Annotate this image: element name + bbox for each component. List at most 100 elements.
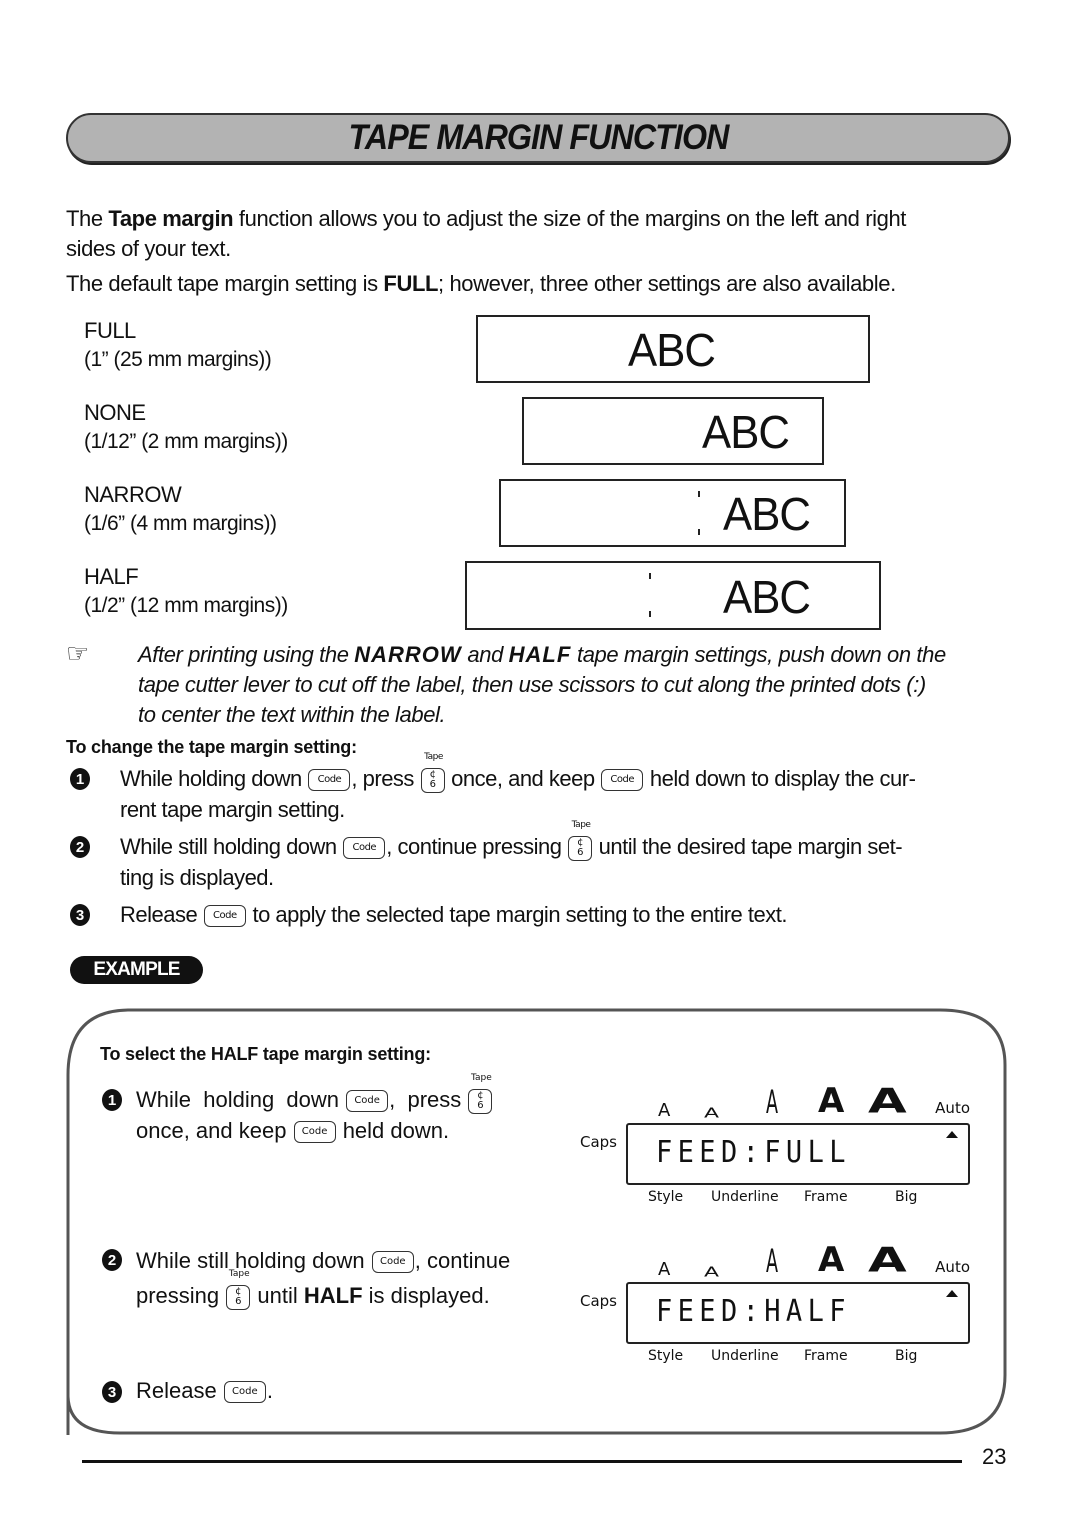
key-glyph: 6	[235, 1295, 242, 1307]
step-text: until	[251, 1283, 304, 1308]
step-text: pressing	[136, 1283, 226, 1308]
lcd-label-big: Big	[895, 1348, 918, 1364]
lcd-label-big: Big	[895, 1189, 918, 1205]
note-text: After printing using the NARROW and HALF…	[138, 640, 1018, 730]
cut-mark	[649, 611, 651, 617]
cursor-arrow-icon	[946, 1290, 958, 1297]
setting-full-name: FULL	[84, 318, 136, 343]
size-icon-large: A	[818, 1081, 845, 1121]
step-3-text: Release Code to apply the selected tape …	[120, 899, 1020, 930]
size-icon-wide: A	[704, 1265, 720, 1280]
section-heading: To change the tape margin setting:	[66, 737, 357, 757]
lcd-display-half: A A A A A Auto Caps FEED:HALF Style Unde…	[580, 1240, 970, 1364]
cut-mark	[649, 573, 651, 579]
setting-half-name: HALF	[84, 564, 139, 589]
step-text: held down.	[336, 1118, 450, 1143]
setting-narrow-name: NARROW	[84, 482, 182, 507]
setting-none-desc: (1/12” (2 mm margins))	[84, 430, 288, 453]
lcd-display-full: A A A A A Auto Caps FEED:FULL Style Unde…	[580, 1081, 970, 1205]
step-text: ting is displayed.	[120, 865, 274, 890]
size-icon-xlarge: A	[868, 1240, 907, 1280]
tape-sample-text: ABC	[628, 324, 716, 376]
page-title-banner: TAPE MARGIN FUNCTION	[66, 113, 1010, 163]
size-icon-large: A	[818, 1240, 845, 1280]
note-line: and	[461, 642, 509, 667]
tape-sample-text: ABC	[723, 571, 811, 623]
code-key-icon: Code	[293, 1121, 336, 1144]
tape-key-icon: Tape ¢ 6	[420, 752, 445, 793]
code-key-icon: Code	[371, 1251, 414, 1274]
step-1-text: While holding down Code, press Tape ¢ 6 on…	[120, 752, 1020, 825]
key-glyph: 6	[429, 778, 436, 790]
example-badge: EXAMPLE	[70, 956, 203, 984]
intro-paragraph: The Tape margin function allows you to a…	[66, 204, 1016, 264]
pointing-hand-icon: ☞	[66, 638, 90, 668]
lcd-label-style: Style	[648, 1348, 684, 1364]
lcd-label-style: Style	[648, 1189, 684, 1205]
tape-sample-full: ABC	[476, 315, 870, 383]
lcd-label-frame: Frame	[804, 1348, 848, 1364]
default-setting-paragraph: The default tape margin setting is FULL;…	[66, 269, 1016, 299]
size-icon-tall: A	[766, 1083, 779, 1121]
step-text: .	[266, 1378, 273, 1403]
tape-sample-text: ABC	[723, 488, 811, 540]
cut-mark	[698, 529, 700, 535]
step-number-3: 3	[70, 904, 90, 926]
tape-key-label: Tape	[228, 1268, 250, 1279]
setting-narrow-desc: (1/6” (4 mm margins))	[84, 512, 277, 535]
intro-bold-term: Tape margin	[108, 206, 234, 231]
size-icon-xlarge: A	[868, 1081, 907, 1121]
setting-half-desc: (1/2” (12 mm margins))	[84, 594, 288, 617]
code-key-icon: Code	[343, 837, 386, 860]
intro-text: ; however, three other settings are also…	[438, 271, 896, 296]
note-line: After printing using the	[138, 642, 355, 667]
step-text: , continue pressing	[386, 834, 568, 859]
tape-key-label: Tape	[424, 751, 443, 762]
lcd-label-underline: Underline	[711, 1189, 779, 1205]
step-text: Release	[120, 902, 203, 927]
intro-text: The	[66, 206, 109, 231]
tape-key-icon: Tape ¢ 6	[226, 1269, 251, 1310]
example-step-1-text: While holding down Code, press Tape ¢ 6 on…	[136, 1073, 556, 1146]
caps-indicator: Caps	[580, 1133, 618, 1151]
step-text: While still holding down	[120, 834, 343, 859]
step-bold: HALF	[303, 1283, 363, 1308]
step-2-text: While still holding down Code, continue …	[120, 820, 1020, 893]
tape-key-icon: Tape ¢ 6	[468, 1073, 493, 1114]
cursor-arrow-icon	[946, 1131, 958, 1138]
step-text: While holding down	[120, 766, 308, 791]
note-line: tape cutter lever to cut off the label, …	[138, 672, 926, 697]
code-key-icon: Code	[601, 769, 644, 792]
intro-text: function allows you to adjust the size o…	[233, 206, 906, 231]
auto-indicator: Auto	[935, 1099, 970, 1117]
caps-indicator: Caps	[580, 1292, 618, 1310]
key-glyph: 6	[577, 846, 583, 858]
size-icon-small: A	[658, 1259, 671, 1280]
lcd-screen: FEED:HALF	[626, 1282, 970, 1344]
code-key-icon: Code	[308, 769, 351, 792]
size-icon-small: A	[658, 1100, 671, 1121]
intro-text: sides of your text.	[66, 236, 231, 261]
step-text: to apply the selected tape margin settin…	[246, 902, 787, 927]
step-number-1: 1	[70, 768, 90, 790]
note-bold: NARROW	[354, 642, 462, 667]
tape-sample-text: ABC	[702, 406, 790, 458]
example-heading: To select the HALF tape margin setting:	[100, 1044, 431, 1064]
page-title: TAPE MARGIN FUNCTION	[348, 118, 729, 157]
lcd-label-underline: Underline	[711, 1348, 779, 1364]
lcd-text: FEED:FULL	[656, 1135, 851, 1170]
example-step-3-text: Release Code.	[136, 1375, 273, 1406]
step-number-2: 2	[70, 836, 90, 858]
step-text: held down to display the cur-	[644, 766, 916, 791]
step-text: once, and keep	[445, 766, 601, 791]
step-text: While holding down	[136, 1087, 346, 1112]
lcd-screen: FEED:FULL	[626, 1123, 970, 1185]
step-text: once, and keep	[136, 1118, 293, 1143]
page-number: 23	[982, 1444, 1007, 1469]
example-step-2-text: While still holding down Code, continue …	[136, 1243, 556, 1313]
size-icon-tall: A	[766, 1242, 779, 1280]
size-icon-wide: A	[704, 1106, 720, 1121]
footer-rule	[82, 1460, 962, 1463]
example-frame-border	[66, 1008, 1007, 1435]
key-glyph: 6	[477, 1099, 484, 1111]
